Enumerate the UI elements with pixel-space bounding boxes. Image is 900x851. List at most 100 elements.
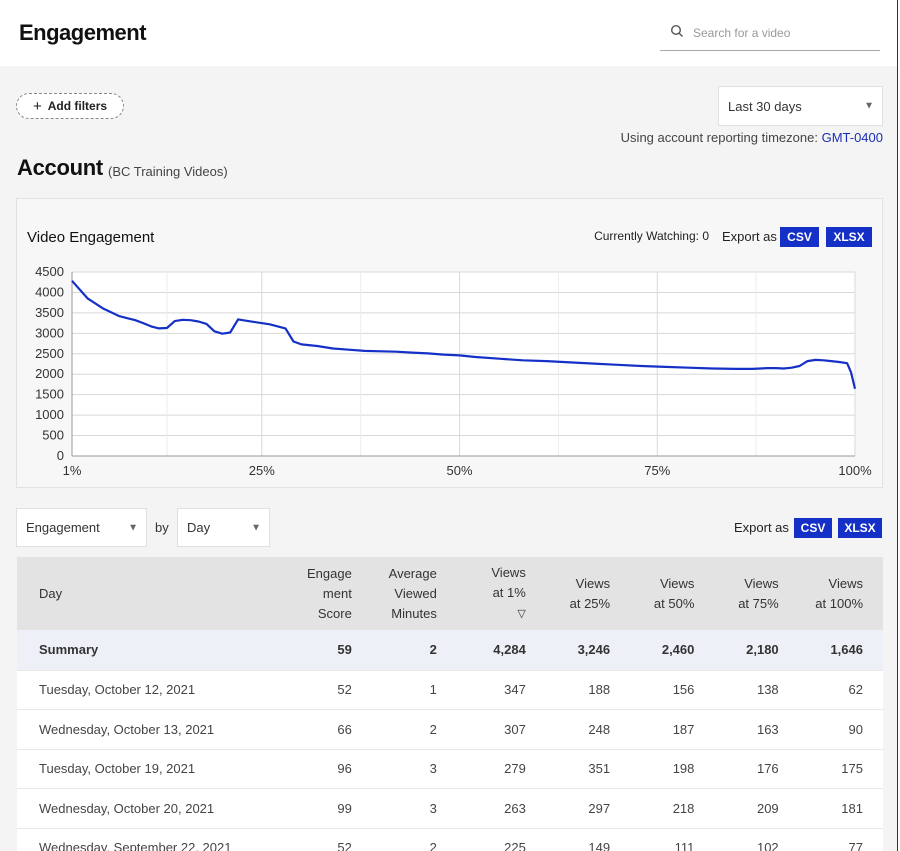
y-tick-label: 4500 <box>35 264 64 279</box>
column-header-engagement-score[interactable]: Engage ment Score <box>270 557 372 630</box>
y-tick-label: 0 <box>57 448 64 463</box>
table-cell-views-100: 90 <box>798 709 883 750</box>
search-input[interactable] <box>693 23 873 43</box>
table-cell-views-1: 307 <box>456 709 546 750</box>
timezone-note: Using account reporting timezone: GMT-04… <box>621 130 883 145</box>
table-cell-views-50: 198 <box>630 749 715 789</box>
table-header-row: Day Engage ment Score Average Viewed Minutes Vi… <box>17 557 883 630</box>
chart-xlsx-button[interactable]: XLSX <box>826 227 872 247</box>
table-cell-engagement-score: 96 <box>270 749 372 789</box>
table-cell-views-75: 163 <box>714 709 799 750</box>
table-row: Tuesday, October 12, 2021 52 1 347 188 156 138… <box>17 670 883 710</box>
period-select[interactable]: Day ▼ <box>177 508 270 547</box>
sort-descending-icon: ▽ <box>517 608 526 620</box>
chart-csv-button[interactable]: CSV <box>780 227 819 247</box>
engagement-table: Day Engage ment Score Average Viewed Minutes Vi… <box>17 557 883 851</box>
x-tick-label: 1% <box>63 463 82 478</box>
plus-icon: + <box>32 97 42 115</box>
table-cell-avg-viewed-minutes: 2 <box>371 828 457 851</box>
table-cell-views-100: 181 <box>798 788 883 829</box>
table-row: Wednesday, October 13, 2021 66 2 307 248 187 1… <box>17 709 883 750</box>
table-cell-day: Wednesday, September 22, 2021 <box>17 828 271 851</box>
table-cell-views-25: 351 <box>545 749 631 789</box>
account-subtitle: (BC Training Videos) <box>108 164 228 179</box>
column-header-text: Views <box>575 575 611 591</box>
table-cell-views-75: 2,180 <box>714 630 799 671</box>
table-cell-day: Wednesday, October 13, 2021 <box>17 709 271 750</box>
table-cell-views-25: 149 <box>545 828 631 851</box>
add-filters-label: Add filters <box>47 99 108 113</box>
date-range-value: Last 30 days <box>728 98 802 114</box>
column-header-text: Views <box>744 575 779 591</box>
y-tick-label: 3500 <box>35 305 64 320</box>
table-cell-views-25: 297 <box>545 788 631 829</box>
table-cell-views-75: 138 <box>714 670 799 710</box>
timezone-link[interactable]: GMT-0400 <box>822 130 883 145</box>
table-cell-avg-viewed-minutes: 3 <box>371 788 457 829</box>
table-cell-avg-viewed-minutes: 1 <box>371 670 457 710</box>
table-cell-views-1: 225 <box>456 828 546 851</box>
search-icon <box>670 24 683 37</box>
metric-value: Engagement <box>26 520 100 535</box>
period-value: Day <box>187 520 211 535</box>
add-filters-button[interactable]: + Add filters <box>16 93 124 119</box>
table-cell-views-100: 1,646 <box>798 630 883 671</box>
table-cell-engagement-score: 59 <box>270 630 372 671</box>
plot-area <box>72 272 855 456</box>
column-header-views-1[interactable]: Views at 1% ▽ <box>456 557 546 630</box>
column-header-views-100[interactable]: Views at 100% <box>798 557 883 630</box>
date-range-select[interactable]: Last 30 days ▼ <box>718 86 883 126</box>
y-tick-label: 2500 <box>35 346 64 361</box>
table-cell-views-50: 156 <box>630 670 715 710</box>
column-header-day[interactable]: Day <box>17 557 271 630</box>
x-tick-label: 25% <box>249 463 275 478</box>
column-header-views-50[interactable]: Views at 50% <box>630 557 715 630</box>
column-header-avg-viewed-minutes[interactable]: Average Viewed Minutes <box>371 557 457 630</box>
table-cell-views-100: 175 <box>798 749 883 789</box>
summary-row: Summary 59 2 4,284 3,246 2,460 2,180 1,646 <box>17 630 883 671</box>
table-cell-views-75: 209 <box>714 788 799 829</box>
x-tick-label: 75% <box>644 463 670 478</box>
table-cell-engagement-score: 99 <box>270 788 372 829</box>
column-header-views-25[interactable]: Views at 25% <box>545 557 631 630</box>
table-cell-views-1: 263 <box>456 788 546 829</box>
column-header-text: Day <box>39 585 63 601</box>
account-title: Account <box>17 155 103 180</box>
column-header-text: Minutes <box>391 605 437 621</box>
table-cell-day: Tuesday, October 12, 2021 <box>17 670 271 710</box>
table-cell-day: Wednesday, October 20, 2021 <box>17 788 271 829</box>
column-header-text: Views <box>659 575 695 591</box>
column-header-views-75[interactable]: Views at 75% <box>714 557 799 630</box>
y-tick-label: 3000 <box>35 325 64 340</box>
table-cell-views-25: 248 <box>545 709 631 750</box>
table-cell-views-1: 347 <box>456 670 546 710</box>
timezone-prefix: Using account reporting timezone: <box>620 130 818 145</box>
page-title: Engagement <box>19 20 147 45</box>
table-row: Wednesday, October 20, 2021 99 3 263 297 218 2… <box>17 788 883 829</box>
caret-down-icon: ▼ <box>128 522 138 533</box>
column-header-text: at 75% <box>738 595 779 611</box>
caret-down-icon: ▼ <box>251 522 261 533</box>
table-cell-engagement-score: 66 <box>270 709 372 750</box>
table-cell-views-100: 62 <box>798 670 883 710</box>
table-cell-views-25: 188 <box>545 670 631 710</box>
chart-title: Video Engagement <box>27 229 155 246</box>
table-cell-engagement-score: 52 <box>270 670 372 710</box>
table-cell-views-50: 2,460 <box>630 630 715 671</box>
table-cell-day: Tuesday, October 19, 2021 <box>17 749 271 789</box>
table-cell-views-50: 218 <box>630 788 715 829</box>
column-header-text: Viewed <box>394 585 437 601</box>
table-xlsx-button[interactable]: XLSX <box>838 518 882 538</box>
column-header-text: ment <box>322 585 352 601</box>
metric-select[interactable]: Engagement ▼ <box>16 508 147 547</box>
table-cell-views-75: 102 <box>714 828 799 851</box>
x-tick-label: 50% <box>447 463 473 478</box>
chart-panel: 4500 4000 3500 3000 2500 2000 1500 1000 500 0 1% 25… <box>16 198 883 488</box>
column-header-text: Views <box>491 565 526 580</box>
search-box[interactable] <box>660 17 880 51</box>
table-cell-engagement-score: 52 <box>270 828 372 851</box>
by-label: by <box>155 520 169 535</box>
table-cell-avg-viewed-minutes: 2 <box>371 630 457 671</box>
table-csv-button[interactable]: CSV <box>794 518 832 538</box>
table-cell-views-50: 187 <box>630 709 715 750</box>
